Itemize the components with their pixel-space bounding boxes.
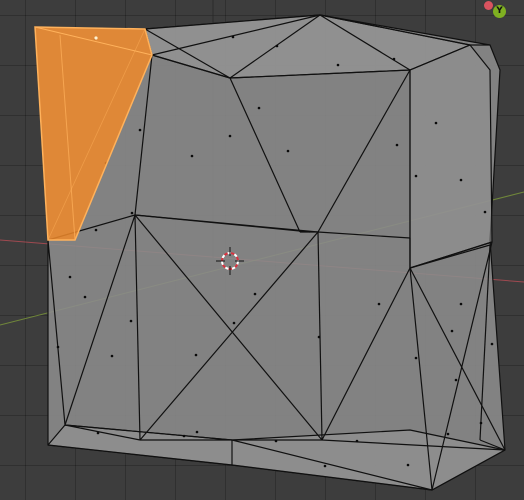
navigation-gizmo[interactable]: Y [484,0,524,24]
3d-viewport[interactable]: Y [0,0,524,500]
mesh-face-right [409,44,493,269]
mesh-scene[interactable] [0,0,524,500]
gizmo-x-axis[interactable] [484,1,493,10]
gizmo-y-axis[interactable]: Y [493,5,506,18]
